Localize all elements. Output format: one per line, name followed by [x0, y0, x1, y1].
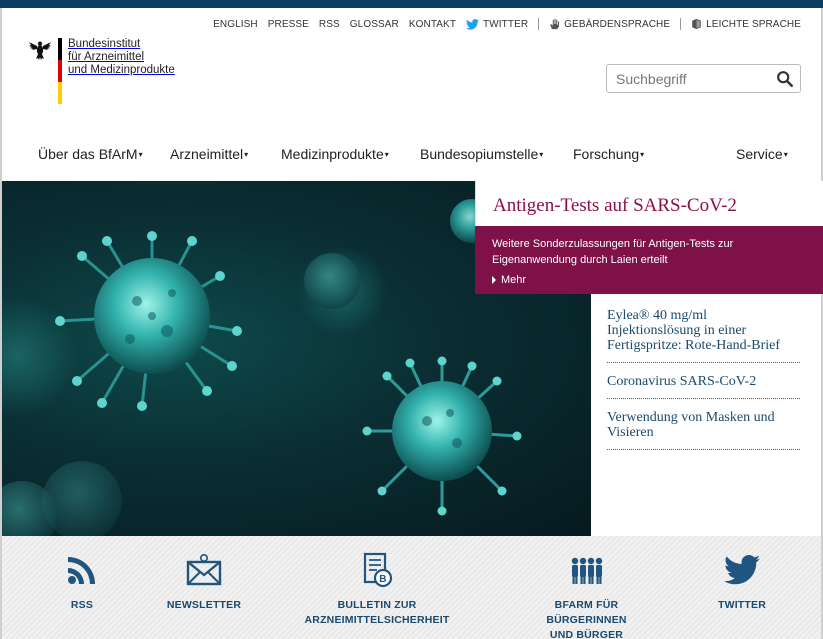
- people-group-icon: [571, 557, 602, 584]
- nav-item-arzneimittel[interactable]: Arzneimittel▾: [170, 146, 248, 162]
- meta-link-twitter[interactable]: TWITTER: [466, 19, 528, 30]
- service-tile-bulletin[interactable]: B BULLETIN ZUR ARZNEIMITTELSICHERHEIT: [302, 552, 452, 628]
- service-tile-newsletter[interactable]: NEWSLETTER: [164, 552, 244, 613]
- service-tile-twitter[interactable]: TWITTER: [714, 552, 770, 613]
- bulletin-document-icon: B: [363, 552, 393, 588]
- nav-item-label: Über das BfArM: [38, 146, 138, 162]
- nav-item-label: Service: [736, 146, 783, 162]
- nav-item-ueber-das-bfarm[interactable]: Über das BfArM▾: [38, 146, 143, 162]
- service-tile-label-line1: BULLETIN ZUR: [337, 599, 417, 611]
- nav-item-bundesopiumstelle[interactable]: Bundesopiumstelle▾: [420, 146, 543, 162]
- more-label: Mehr: [501, 274, 527, 286]
- dropdown-caret-icon: ▾: [783, 150, 788, 159]
- service-tile-label-line2: ARZNEIMITTELSICHERHEIT: [304, 614, 450, 626]
- service-tile-label: TWITTER: [717, 599, 767, 611]
- featured-news-more-link[interactable]: Mehr: [492, 272, 526, 288]
- meta-link-kontakt[interactable]: KONTAKT: [409, 19, 456, 30]
- easy-language-book-icon: [692, 18, 701, 30]
- meta-link-twitter-label: TWITTER: [483, 18, 529, 30]
- top-color-bar: [0, 0, 823, 8]
- teaser-link[interactable]: Verwendung von Masken und Visieren: [607, 410, 800, 450]
- nav-item-label: Arzneimittel: [170, 146, 244, 162]
- nav-item-label: Forschung: [573, 146, 640, 162]
- arrow-right-icon: [492, 276, 496, 284]
- main-navigation: Über das BfArM▾ Arzneimittel▾ Medizinpro…: [0, 146, 823, 168]
- svg-text:B: B: [379, 574, 386, 585]
- logo-line-3: und Medizinprodukte: [68, 64, 175, 76]
- teaser-link[interactable]: Coronavirus SARS-CoV-2: [607, 374, 800, 399]
- service-tile-label-line2: UND BÜRGER: [549, 629, 624, 639]
- dropdown-caret-icon: ▾: [138, 150, 143, 159]
- federal-eagle-icon: [29, 41, 51, 60]
- service-tile-label: NEWSLETTER: [166, 599, 242, 611]
- nav-item-medizinprodukte[interactable]: Medizinprodukte▾: [281, 146, 389, 162]
- featured-news-text: Weitere Sonderzulassungen für Antigen-Te…: [492, 238, 734, 266]
- meta-link-gebaerdensprache[interactable]: GEBÄRDENSPRACHE: [549, 18, 670, 30]
- search-box: [606, 64, 801, 93]
- meta-link-english[interactable]: ENGLISH: [213, 19, 258, 30]
- twitter-bird-icon: [724, 554, 760, 585]
- rss-icon: [68, 557, 95, 584]
- german-flag-stripe: [58, 38, 62, 104]
- dropdown-caret-icon: ▾: [244, 150, 249, 159]
- meta-link-rss[interactable]: RSS: [319, 19, 340, 30]
- service-tile-label-line1: BFARM FÜR BÜRGERINNEN: [546, 599, 627, 626]
- dropdown-caret-icon: ▾: [640, 150, 645, 159]
- meta-separator: [538, 18, 540, 30]
- twitter-bird-icon: [466, 18, 480, 30]
- featured-news-body: Weitere Sonderzulassungen für Antigen-Te…: [475, 226, 823, 294]
- meta-link-leichte-sprache-label: LEICHTE SPRACHE: [706, 18, 801, 30]
- news-teaser-list: Eylea® 40 mg/ml Injektionslösung in eine…: [591, 294, 821, 536]
- service-band: RSS NEWSLETTER B BULLETIN ZUR ARZNEIMITT…: [2, 536, 821, 639]
- meta-link-gebaerdensprache-label: GEBÄRDENSPRACHE: [564, 18, 671, 30]
- logo-line-1: Bundesinstitut: [68, 38, 141, 50]
- meta-link-leichte-sprache[interactable]: LEICHTE SPRACHE: [691, 18, 801, 30]
- service-tile-buerger[interactable]: BFARM FÜR BÜRGERINNEN UND BÜRGER: [514, 552, 659, 639]
- dropdown-caret-icon: ▾: [539, 150, 544, 159]
- service-tile-rss[interactable]: RSS: [64, 552, 100, 613]
- sign-language-hand-icon: [550, 18, 560, 30]
- logo-line-2: für Arzneimittel: [68, 51, 145, 63]
- search-input[interactable]: [616, 70, 766, 87]
- envelope-at-icon: [186, 553, 222, 586]
- bfarm-logo[interactable]: Bundesinstitut für Arzneimittel und Medi…: [28, 38, 175, 104]
- nav-item-label: Medizinprodukte: [281, 146, 384, 162]
- featured-news-box[interactable]: Antigen-Tests auf SARS-CoV-2 Weitere Son…: [475, 181, 823, 294]
- meta-link-presse[interactable]: PRESSE: [268, 19, 309, 30]
- teaser-link[interactable]: Eylea® 40 mg/ml Injektionslösung in eine…: [607, 308, 800, 363]
- dropdown-caret-icon: ▾: [384, 150, 389, 159]
- nav-item-forschung[interactable]: Forschung▾: [573, 146, 644, 162]
- meta-navigation: ENGLISH PRESSE RSS GLOSSAR KONTAKT TWITT…: [213, 18, 801, 30]
- meta-separator: [680, 18, 682, 30]
- meta-link-glossar[interactable]: GLOSSAR: [350, 19, 399, 30]
- magnifier-icon[interactable]: [776, 70, 794, 88]
- service-tile-label: RSS: [70, 599, 94, 611]
- logo-wordmark: Bundesinstitut für Arzneimittel und Medi…: [68, 38, 175, 104]
- nav-item-label: Bundesopiumstelle: [420, 146, 539, 162]
- nav-item-service[interactable]: Service▾: [736, 146, 788, 162]
- featured-news-title[interactable]: Antigen-Tests auf SARS-CoV-2: [475, 181, 823, 226]
